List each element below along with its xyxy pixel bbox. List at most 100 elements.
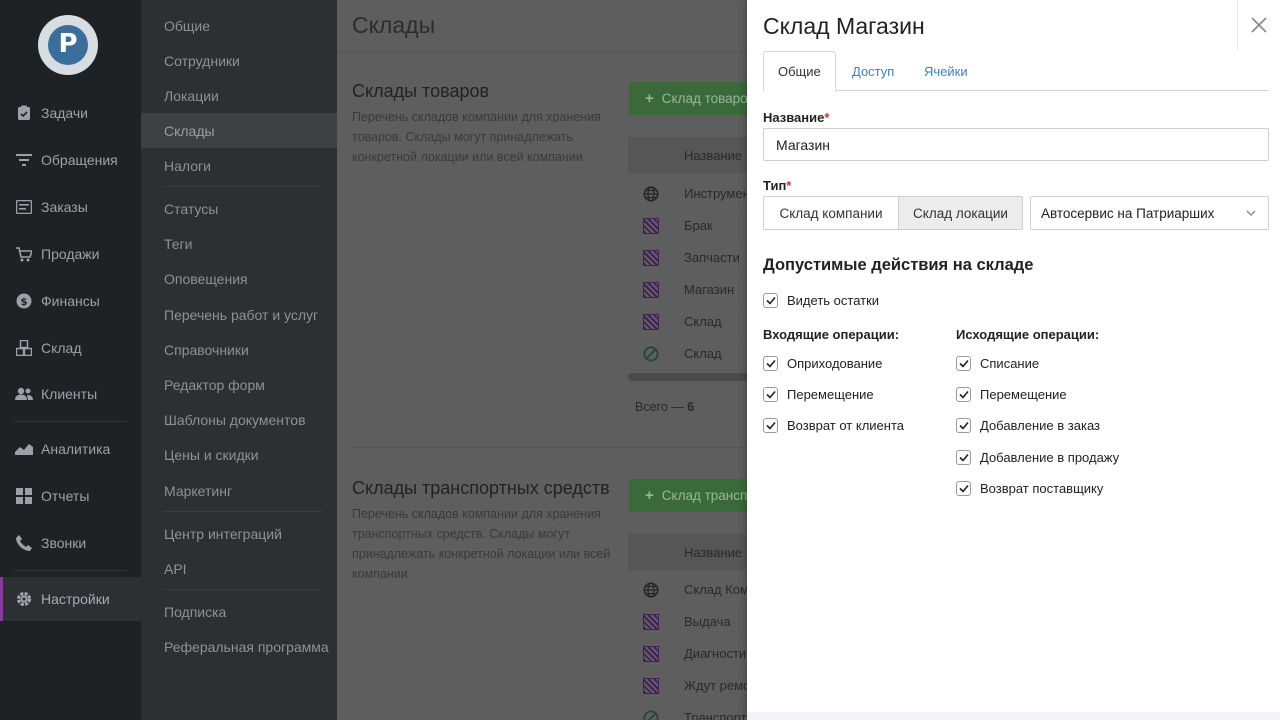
grid-icon bbox=[15, 487, 33, 505]
menu-item-api[interactable]: API bbox=[141, 551, 337, 586]
nav-item-calls[interactable]: Звонки bbox=[0, 521, 141, 565]
menu-item-general[interactable]: Общие bbox=[141, 8, 337, 43]
checkbox-label: Возврат поставщику bbox=[980, 481, 1104, 496]
incoming-receipt-checkbox[interactable]: Оприходование bbox=[763, 356, 882, 371]
checkmark-icon bbox=[763, 418, 778, 433]
nav-item-finance[interactable]: $ Финансы bbox=[0, 279, 141, 323]
outgoing-transfer-checkbox[interactable]: Перемещение bbox=[956, 387, 1067, 402]
tab-cells[interactable]: Ячейки bbox=[924, 51, 968, 91]
menu-item-tags[interactable]: Теги bbox=[141, 226, 337, 261]
nav-item-label: Склад bbox=[41, 340, 82, 356]
total-value: 6 bbox=[687, 400, 695, 414]
menu-item-referral[interactable]: Реферальная программа bbox=[141, 629, 337, 664]
outgoing-add-to-order-checkbox[interactable]: Добавление в заказ bbox=[956, 418, 1100, 433]
nav-item-reports[interactable]: Отчеты bbox=[0, 474, 141, 518]
table-row[interactable]: Брак bbox=[628, 210, 757, 242]
incoming-transfer-checkbox[interactable]: Перемещение bbox=[763, 387, 874, 402]
type-label-text: Тип bbox=[763, 178, 787, 193]
nav-item-label: Отчеты bbox=[41, 488, 90, 504]
required-mark: * bbox=[824, 110, 830, 125]
goods-section-description: Перечень складов компании для хранения т… bbox=[352, 110, 601, 164]
view-stock-checkbox[interactable]: Видеть остатки bbox=[763, 293, 879, 308]
outgoing-supplier-return-checkbox[interactable]: Возврат поставщику bbox=[956, 481, 1103, 496]
location-select[interactable]: Автосервис на Патриарших bbox=[1030, 196, 1269, 230]
close-button[interactable] bbox=[1237, 0, 1280, 50]
nav-item-analytics[interactable]: Аналитика bbox=[0, 427, 141, 471]
menu-item-services[interactable]: Перечень работ и услуг bbox=[141, 297, 337, 332]
menu-item-prices[interactable]: Цены и скидки bbox=[141, 437, 337, 472]
tab-general[interactable]: Общие bbox=[763, 51, 836, 92]
name-label: Название* bbox=[763, 110, 829, 125]
phone-icon bbox=[15, 534, 33, 552]
table-row[interactable]: Инструменты bbox=[628, 178, 757, 210]
menu-item-locations[interactable]: Локации bbox=[141, 78, 337, 113]
name-input[interactable]: Магазин bbox=[763, 128, 1269, 161]
row-name: Запчасти bbox=[684, 250, 740, 265]
table-row[interactable]: Ждут ремонта bbox=[628, 670, 757, 702]
nav-item-tasks[interactable]: Задачи bbox=[0, 91, 141, 135]
tab-access[interactable]: Доступ bbox=[852, 51, 894, 91]
table-row[interactable]: Выдача bbox=[628, 606, 757, 638]
col-name-header[interactable]: Название bbox=[684, 148, 742, 163]
checkmark-icon bbox=[956, 387, 971, 402]
table-scrollbar[interactable] bbox=[628, 373, 757, 381]
nav-item-requests[interactable]: Обращения bbox=[0, 138, 141, 182]
type-company-option[interactable]: Склад компании bbox=[763, 196, 899, 230]
type-location-option[interactable]: Склад локации bbox=[898, 196, 1023, 230]
row-name: Магазин bbox=[684, 282, 735, 297]
nav-item-label: Задачи bbox=[41, 105, 89, 121]
menu-item-doc-templates[interactable]: Шаблоны документов bbox=[141, 402, 337, 437]
table-row[interactable]: Диагностика bbox=[628, 638, 757, 670]
outgoing-add-to-sale-checkbox[interactable]: Добавление в продажу bbox=[956, 450, 1119, 465]
menu-item-form-editor[interactable]: Редактор форм bbox=[141, 367, 337, 402]
nav-item-label: Продажи bbox=[41, 246, 100, 262]
menu-item-subscription[interactable]: Подписка bbox=[141, 594, 337, 629]
menu-item-employees[interactable]: Сотрудники bbox=[141, 43, 337, 78]
money-icon: $ bbox=[15, 292, 33, 310]
app-logo[interactable]: P bbox=[38, 15, 98, 75]
order-icon bbox=[15, 198, 33, 216]
nav-item-settings[interactable]: Настройки bbox=[0, 577, 141, 621]
hatched-square-icon bbox=[643, 677, 659, 694]
menu-item-integrations[interactable]: Центр интеграций bbox=[141, 516, 337, 551]
add-goods-warehouse-button[interactable]: + Склад товаров bbox=[629, 82, 757, 115]
col-name-header[interactable]: Название bbox=[684, 545, 742, 560]
incoming-client-return-checkbox[interactable]: Возврат от клиента bbox=[763, 418, 904, 433]
incoming-title: Входящие операции: bbox=[763, 327, 900, 342]
checkbox-label: Перемещение bbox=[787, 387, 874, 402]
logo-glyph: P bbox=[58, 29, 78, 59]
table-row[interactable]: Склад Компании bbox=[628, 574, 757, 606]
table-row[interactable]: Склад bbox=[628, 338, 757, 370]
type-label: Тип* bbox=[763, 178, 791, 193]
hatched-square-icon bbox=[643, 613, 659, 630]
menu-item-directories[interactable]: Справочники bbox=[141, 332, 337, 367]
nav-item-sales[interactable]: Продажи bbox=[0, 232, 141, 276]
chart-icon bbox=[15, 440, 33, 458]
add-button-label: Склад товаров bbox=[661, 91, 755, 106]
nav-divider bbox=[14, 421, 127, 422]
menu-item-statuses[interactable]: Статусы bbox=[141, 191, 337, 226]
globe-icon bbox=[643, 581, 659, 598]
name-input-value: Магазин bbox=[776, 136, 831, 153]
row-name: Склад bbox=[684, 346, 722, 361]
checkbox-label: Видеть остатки bbox=[787, 293, 880, 308]
name-label-text: Название bbox=[763, 110, 825, 125]
close-icon bbox=[1251, 17, 1267, 33]
menu-divider bbox=[163, 511, 323, 512]
table-row[interactable]: Склад bbox=[628, 306, 757, 338]
nav-item-orders[interactable]: Заказы bbox=[0, 185, 141, 229]
nav-item-label: Обращения bbox=[41, 152, 118, 168]
add-vehicle-warehouse-button[interactable]: + Склад транспортных средств bbox=[629, 479, 757, 512]
nav-item-clients[interactable]: Клиенты bbox=[0, 372, 141, 416]
table-row[interactable]: Запчасти bbox=[628, 242, 757, 274]
menu-item-notifications[interactable]: Оповещения bbox=[141, 261, 337, 296]
table-row[interactable]: Транспорт bbox=[628, 702, 757, 720]
menu-item-taxes[interactable]: Налоги bbox=[141, 148, 337, 183]
menu-item-marketing[interactable]: Маркетинг bbox=[141, 473, 337, 508]
outgoing-writeoff-checkbox[interactable]: Списание bbox=[956, 356, 1039, 371]
nav-item-warehouse[interactable]: Склад bbox=[0, 326, 141, 370]
nav-item-label: Настройки bbox=[41, 591, 110, 607]
main-nav: P Задачи Обращения Заказы Продажи $ Фина… bbox=[0, 0, 141, 720]
menu-item-warehouses[interactable]: Склады bbox=[141, 113, 337, 148]
table-row[interactable]: Магазин bbox=[628, 274, 757, 306]
